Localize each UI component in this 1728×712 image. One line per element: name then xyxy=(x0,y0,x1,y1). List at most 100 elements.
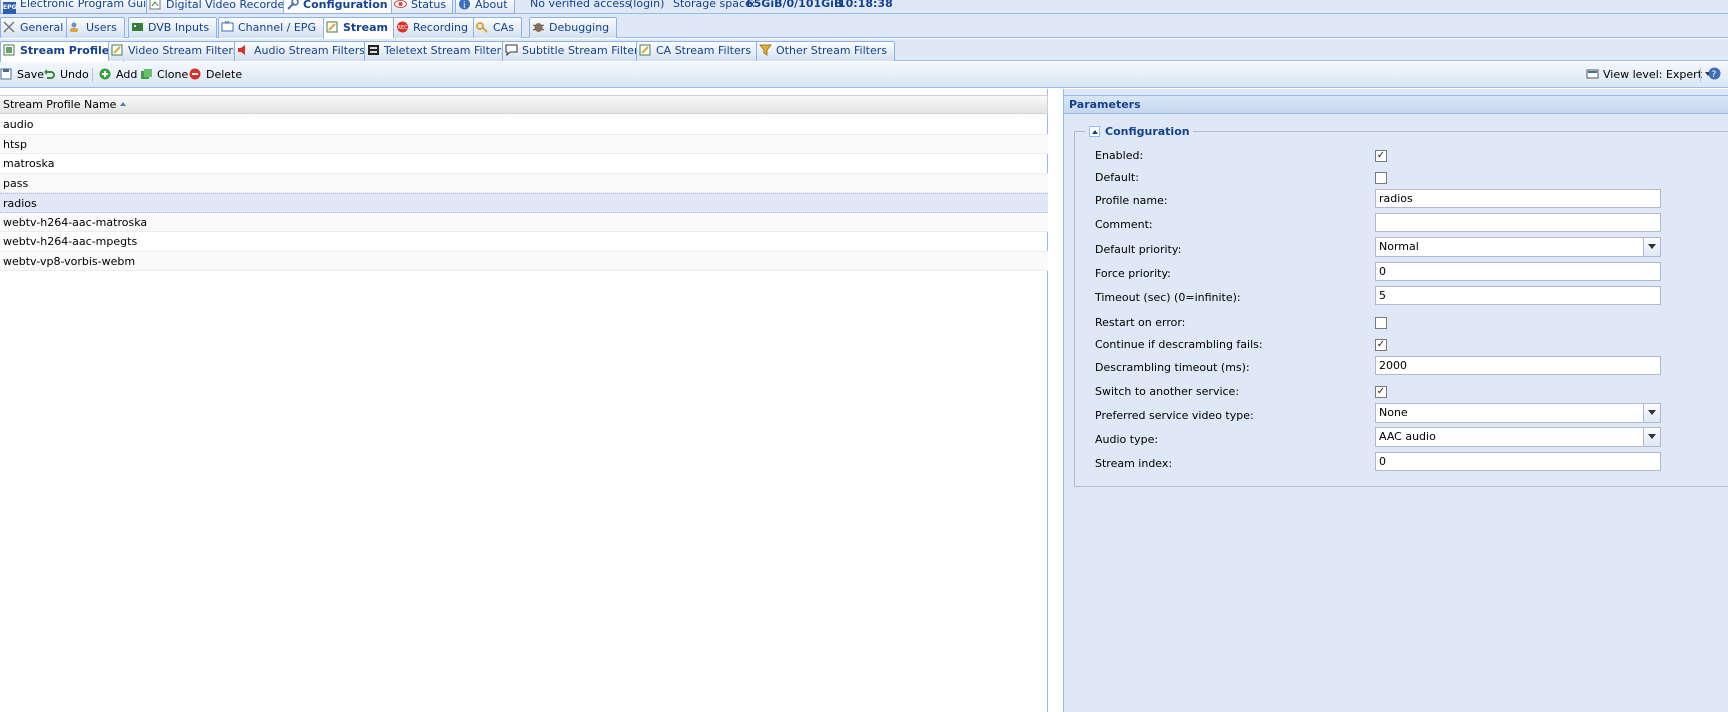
table-row[interactable]: htsp xyxy=(0,134,1048,154)
configuration-fieldset: Configuration Enabled: ✓ Default: Profil… xyxy=(1074,124,1728,487)
tab-label: Users xyxy=(86,21,117,34)
stream-index-input[interactable]: 0 xyxy=(1375,452,1661,471)
configuration-legend: Configuration xyxy=(1086,124,1193,139)
tab-debugging[interactable]: Debugging xyxy=(529,17,618,38)
descrambling-timeout-input[interactable]: 2000 xyxy=(1375,356,1661,375)
tab-ca-stream-filters[interactable]: CA Stream Filters xyxy=(636,41,759,61)
column-header-stream-profile-name[interactable]: Stream Profile Name xyxy=(0,95,1048,114)
undo-button[interactable]: Undo xyxy=(43,67,89,83)
table-row[interactable]: audio xyxy=(0,115,1048,135)
tuner-icon xyxy=(131,20,144,32)
key-icon xyxy=(476,20,489,33)
audio-type-label: Audio type: xyxy=(1095,433,1159,446)
timeout-input[interactable]: 5 xyxy=(1375,286,1661,305)
chevron-down-icon[interactable] xyxy=(1643,428,1660,446)
tab-users[interactable]: Users xyxy=(66,17,125,38)
default-checkbox[interactable] xyxy=(1375,172,1387,184)
help-icon: ? xyxy=(1708,67,1721,80)
save-icon xyxy=(0,68,13,80)
tab-teletext-stream-filters[interactable]: Teletext Stream Filters xyxy=(364,41,515,61)
add-button[interactable]: Add xyxy=(99,67,137,83)
enabled-checkbox[interactable]: ✓ xyxy=(1375,150,1387,162)
row-name: webtv-h264-aac-mpegts xyxy=(3,235,138,248)
tab-other-stream-filters[interactable]: Other Stream Filters xyxy=(756,41,895,61)
info-icon: i xyxy=(458,0,471,11)
switch-service-checkbox[interactable]: ✓ xyxy=(1375,386,1387,398)
audio-type-select[interactable]: AAC audio xyxy=(1375,427,1661,447)
eye-icon xyxy=(394,0,407,10)
login-link[interactable]: (login) xyxy=(629,0,664,12)
tab-label: DVB Inputs xyxy=(148,21,210,34)
table-row[interactable]: webtv-vp8-vorbis-webm xyxy=(0,251,1048,271)
tab-status[interactable]: Status xyxy=(391,0,454,14)
column-header-label: Stream Profile Name xyxy=(3,98,117,111)
delete-icon xyxy=(189,68,202,80)
tab-channel-epg[interactable]: Channel / EPG xyxy=(218,17,324,38)
audio-type-value: AAC audio xyxy=(1379,430,1436,443)
tab-label: Audio Stream Filters xyxy=(254,44,366,57)
tab-label: Stream xyxy=(343,21,388,34)
bug-icon xyxy=(532,20,545,32)
default-label: Default: xyxy=(1095,171,1139,184)
preferred-video-type-select[interactable]: None xyxy=(1375,403,1661,423)
tab-label: Channel / EPG xyxy=(238,21,316,34)
delete-button[interactable]: Delete xyxy=(189,67,242,83)
clone-button[interactable]: Clone xyxy=(140,67,188,83)
tab-subtitle-stream-filters[interactable]: Subtitle Stream Filters xyxy=(502,41,653,61)
tab-epg[interactable]: EPG Electronic Program Guide xyxy=(0,0,167,14)
force-priority-input[interactable]: 0 xyxy=(1375,262,1661,281)
tab-label: Digital Video Recorder xyxy=(166,0,289,11)
tab-configuration[interactable]: Configuration xyxy=(283,0,395,14)
access-status: No verified access xyxy=(530,0,631,10)
tab-cas[interactable]: CAs xyxy=(473,17,522,38)
epg-icon: EPG xyxy=(3,2,16,14)
tab-general[interactable]: General xyxy=(0,17,72,38)
chevron-down-icon[interactable] xyxy=(1643,238,1660,256)
save-button[interactable]: Save xyxy=(0,67,44,83)
comment-label: Comment: xyxy=(1095,218,1153,231)
help-button[interactable]: ? xyxy=(1708,67,1725,83)
svg-text:REC: REC xyxy=(398,25,409,31)
view-level-select[interactable]: View level: Expert xyxy=(1586,67,1712,83)
tv-icon xyxy=(221,20,234,32)
row-name: webtv-vp8-vorbis-webm xyxy=(3,254,136,268)
tab-about[interactable]: i About xyxy=(455,0,515,14)
clone-icon xyxy=(140,68,153,80)
default-priority-select[interactable]: Normal xyxy=(1375,237,1661,257)
restart-on-error-checkbox[interactable] xyxy=(1375,317,1387,329)
table-row[interactable]: pass xyxy=(0,173,1048,193)
sort-ascending-icon xyxy=(120,102,127,106)
profile-name-input[interactable]: radios xyxy=(1375,189,1661,208)
tab-stream[interactable]: Stream xyxy=(323,17,396,39)
stream-profiles-grid: Stream Profile Name audio htsp matroska … xyxy=(0,89,1048,712)
table-row[interactable]: webtv-h264-aac-mpegts xyxy=(0,232,1048,252)
tab-label: Debugging xyxy=(549,21,610,34)
tab-label: Status xyxy=(411,0,447,11)
tab-label: Other Stream Filters xyxy=(776,44,887,57)
collapse-toggle-icon[interactable] xyxy=(1089,126,1100,137)
tab-stream-profiles[interactable]: Stream Profiles xyxy=(0,41,124,62)
storage-label: Storage space: xyxy=(673,0,756,10)
tab-audio-stream-filters[interactable]: Audio Stream Filters xyxy=(234,41,374,61)
table-row[interactable]: matroska xyxy=(0,154,1048,174)
parameters-title: Parameters xyxy=(1064,95,1728,114)
tab-recording[interactable]: REC Recording xyxy=(393,17,477,38)
ca-filter-icon xyxy=(639,44,652,56)
tab-dvr[interactable]: Digital Video Recorder xyxy=(146,0,296,14)
grid-body: audio htsp matroska pass radios webtv-h2… xyxy=(0,115,1048,271)
tab-video-stream-filters[interactable]: Video Stream Filters xyxy=(108,41,247,61)
table-row[interactable]: webtv-h264-aac-matroska xyxy=(0,212,1048,232)
chevron-down-icon[interactable] xyxy=(1643,404,1660,422)
funnel-icon xyxy=(758,44,773,56)
continue-descrambling-checkbox[interactable]: ✓ xyxy=(1375,339,1387,351)
continue-descrambling-label: Continue if descrambling fails: xyxy=(1095,338,1263,351)
stream-index-label: Stream index: xyxy=(1095,457,1173,470)
add-label: Add xyxy=(116,68,138,81)
stream-tab-bar: Stream Profiles Video Stream Filters Aud… xyxy=(0,39,1728,62)
comment-input[interactable] xyxy=(1375,213,1661,232)
tab-label: Recording xyxy=(413,21,469,34)
stream-icon xyxy=(326,20,339,33)
table-row-selected[interactable]: radios xyxy=(0,193,1048,213)
tab-dvb-inputs[interactable]: DVB Inputs xyxy=(128,17,218,38)
save-label: Save xyxy=(17,68,45,81)
